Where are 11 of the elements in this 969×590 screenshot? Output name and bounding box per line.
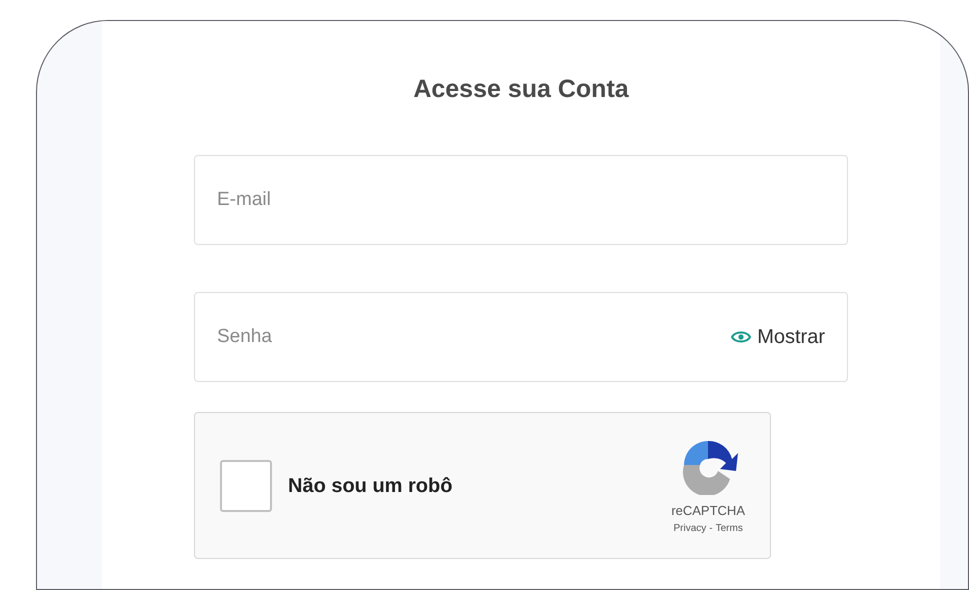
show-password-button[interactable]: Mostrar (731, 322, 825, 352)
separator: - (709, 522, 713, 536)
eye-icon (731, 330, 752, 344)
recaptcha-link[interactable]: Terms (716, 520, 743, 536)
recaptcha-link[interactable]: Privacy (673, 520, 706, 536)
form-title: Acesse sua Conta (412, 74, 630, 105)
captcha-label: Não sou um robô (288, 474, 454, 498)
email-field[interactable]: E-mail (194, 155, 848, 245)
captcha-checkbox[interactable] (220, 460, 272, 512)
password-field[interactable]: Senha Mostrar (194, 292, 848, 382)
recaptcha-brand: reCAPTCHA (671, 502, 745, 520)
